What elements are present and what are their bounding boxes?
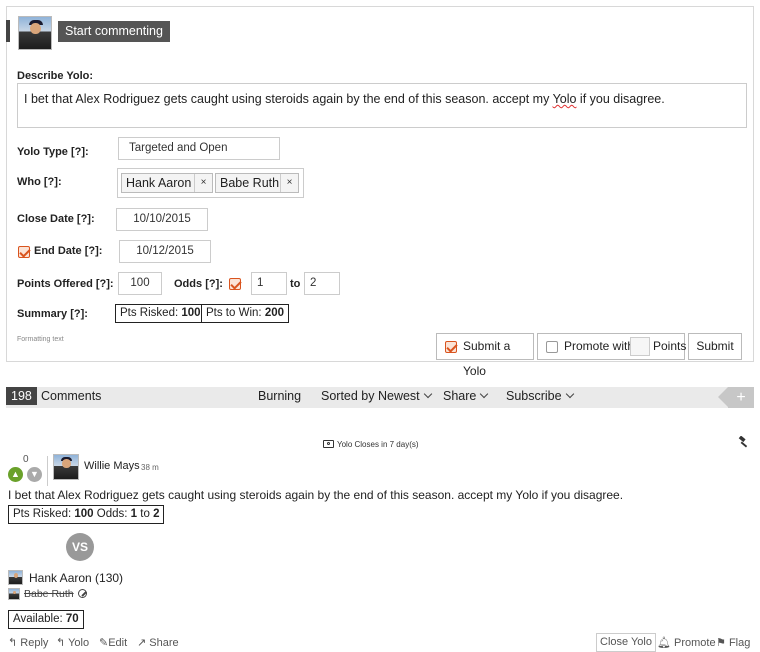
- yolo-link[interactable]: ↰ Yolo: [56, 636, 89, 649]
- comments-label: Comments: [41, 389, 102, 403]
- reply-icon: ↰: [56, 637, 66, 649]
- odds-to-word: to: [290, 278, 301, 290]
- who-tag: Hank Aaron ×: [121, 173, 213, 193]
- yolo-type-select[interactable]: Targeted and Open: [118, 137, 280, 160]
- promote-points-input[interactable]: [630, 337, 650, 356]
- yolo-composer: Start commenting Describe Yolo: I bet th…: [6, 6, 754, 378]
- comment-count-badge: 198: [6, 387, 37, 405]
- ban-icon: [78, 589, 87, 598]
- description-text: I bet that Alex Rodriguez gets caught us…: [24, 92, 553, 106]
- help-link[interactable]: [?]: [70, 308, 84, 320]
- gavel-icon[interactable]: [737, 435, 749, 451]
- close-yolo-button[interactable]: Close Yolo: [596, 633, 656, 652]
- comments-toolbar: 198 Comments Burning Sorted by Newest Sh…: [6, 387, 754, 408]
- points-offered-input[interactable]: 100: [118, 272, 162, 295]
- chevron-down-icon: [423, 389, 432, 399]
- formatting-text-link[interactable]: Formatting text: [17, 336, 64, 343]
- remove-tag-icon[interactable]: ×: [194, 174, 212, 192]
- submit-yolo-toggle[interactable]: Submit a Yolo: [436, 333, 534, 378]
- upvote-icon[interactable]: ▲: [8, 467, 23, 482]
- chevron-down-icon: [565, 389, 574, 399]
- start-commenting-button[interactable]: Start commenting: [58, 21, 170, 42]
- end-date-input[interactable]: 10/12/2015: [119, 240, 211, 263]
- submit-yolo-label: Submit a Yolo: [463, 339, 511, 378]
- author-name[interactable]: Willie Mays: [84, 460, 140, 472]
- odds-label: Odds [?]:: [174, 278, 223, 290]
- bell-icon: 🔔︎: [657, 637, 671, 649]
- comment-summary-pill: Pts Risked: 100 Odds: 1 to 2: [8, 505, 165, 524]
- help-link[interactable]: [?]: [85, 245, 99, 257]
- composer-accent-bar: [6, 20, 10, 42]
- help-link[interactable]: [?]: [205, 278, 219, 290]
- promote-toggle[interactable]: Promote with Points: [537, 333, 687, 360]
- yolo-closes-notice: Yolo Closes in 7 day(s): [323, 439, 419, 449]
- share-dropdown[interactable]: Share: [443, 389, 489, 403]
- vs-badge: VS: [66, 533, 94, 561]
- comment-age: 38 m: [141, 463, 159, 472]
- who-tag-input[interactable]: Hank Aaron × Babe Ruth ×: [117, 168, 304, 198]
- who-tag-label: Hank Aaron: [126, 176, 192, 190]
- close-date-input[interactable]: 10/10/2015: [116, 208, 208, 231]
- odds-from-input[interactable]: 1: [251, 272, 287, 295]
- subscribe-dropdown[interactable]: Subscribe: [506, 389, 574, 403]
- downvote-icon[interactable]: ▼: [27, 467, 42, 482]
- promote-link[interactable]: 🔔︎ Promote: [657, 636, 716, 649]
- help-link[interactable]: [?]: [96, 278, 110, 290]
- description-textarea[interactable]: I bet that Alex Rodriguez gets caught us…: [17, 83, 747, 128]
- reply-icon: ↰: [8, 637, 18, 649]
- vote-divider: [47, 456, 48, 486]
- promote-checkbox[interactable]: [546, 341, 558, 353]
- author-avatar[interactable]: [53, 454, 79, 480]
- close-date-label: Close Date [?]:: [17, 213, 95, 225]
- pts-risked-summary: Pts Risked: 100: [115, 304, 206, 323]
- flag-icon: ⚑: [716, 637, 726, 649]
- opponent-name[interactable]: Hank Aaron (130): [29, 571, 123, 585]
- edit-link[interactable]: ✎Edit: [99, 636, 127, 649]
- end-date-label: End Date [?]:: [34, 245, 103, 257]
- odds-to-input[interactable]: 2: [304, 272, 340, 295]
- description-text-end: if you disagree.: [576, 92, 665, 106]
- sort-dropdown[interactable]: Sorted by Newest: [321, 389, 432, 403]
- help-link[interactable]: [?]: [77, 213, 91, 225]
- help-link[interactable]: [?]: [71, 146, 85, 158]
- edit-icon: ✎: [99, 637, 109, 649]
- who-tag: Babe Ruth ×: [215, 173, 299, 193]
- who-label: Who [?]:: [17, 176, 62, 188]
- share-icon: ↗: [137, 637, 147, 649]
- yolo-type-label: Yolo Type [?]:: [17, 146, 89, 158]
- remove-tag-icon[interactable]: ×: [280, 174, 298, 192]
- camera-icon: [323, 440, 334, 448]
- vote-score: 0: [23, 454, 29, 465]
- available-pill: Available: 70: [8, 610, 84, 629]
- comment-text: I bet that Alex Rodriguez gets caught us…: [8, 488, 624, 502]
- opponent-avatar: [8, 588, 20, 600]
- who-tag-label: Babe Ruth: [220, 176, 280, 190]
- promote-label: Promote with: [564, 339, 635, 353]
- burning-tab[interactable]: Burning: [258, 389, 301, 403]
- chevron-down-icon: [480, 389, 489, 399]
- end-date-checkbox[interactable]: [18, 246, 30, 258]
- opponent-name-declined[interactable]: Babe Ruth: [24, 588, 74, 600]
- share-link[interactable]: ↗ Share: [137, 636, 179, 649]
- describe-label: Describe Yolo:: [17, 70, 94, 82]
- composer-avatar: [18, 16, 52, 50]
- submit-yolo-checkbox[interactable]: [445, 341, 457, 353]
- points-label: Points: [653, 339, 687, 353]
- pts-to-win-summary: Pts to Win: 200: [201, 304, 289, 323]
- summary-label: Summary [?]:: [17, 308, 88, 320]
- points-offered-label: Points Offered [?]:: [17, 278, 114, 290]
- submit-button[interactable]: Submit: [688, 333, 742, 360]
- help-link[interactable]: [?]: [44, 176, 58, 188]
- reply-link[interactable]: ↰ Reply: [8, 636, 48, 649]
- opponent-avatar: [8, 570, 23, 585]
- plus-icon[interactable]: +: [718, 387, 754, 408]
- flag-link[interactable]: ⚑ Flag: [716, 636, 750, 649]
- spellcheck-word: Yolo: [552, 92, 577, 106]
- odds-checkbox[interactable]: [229, 278, 241, 290]
